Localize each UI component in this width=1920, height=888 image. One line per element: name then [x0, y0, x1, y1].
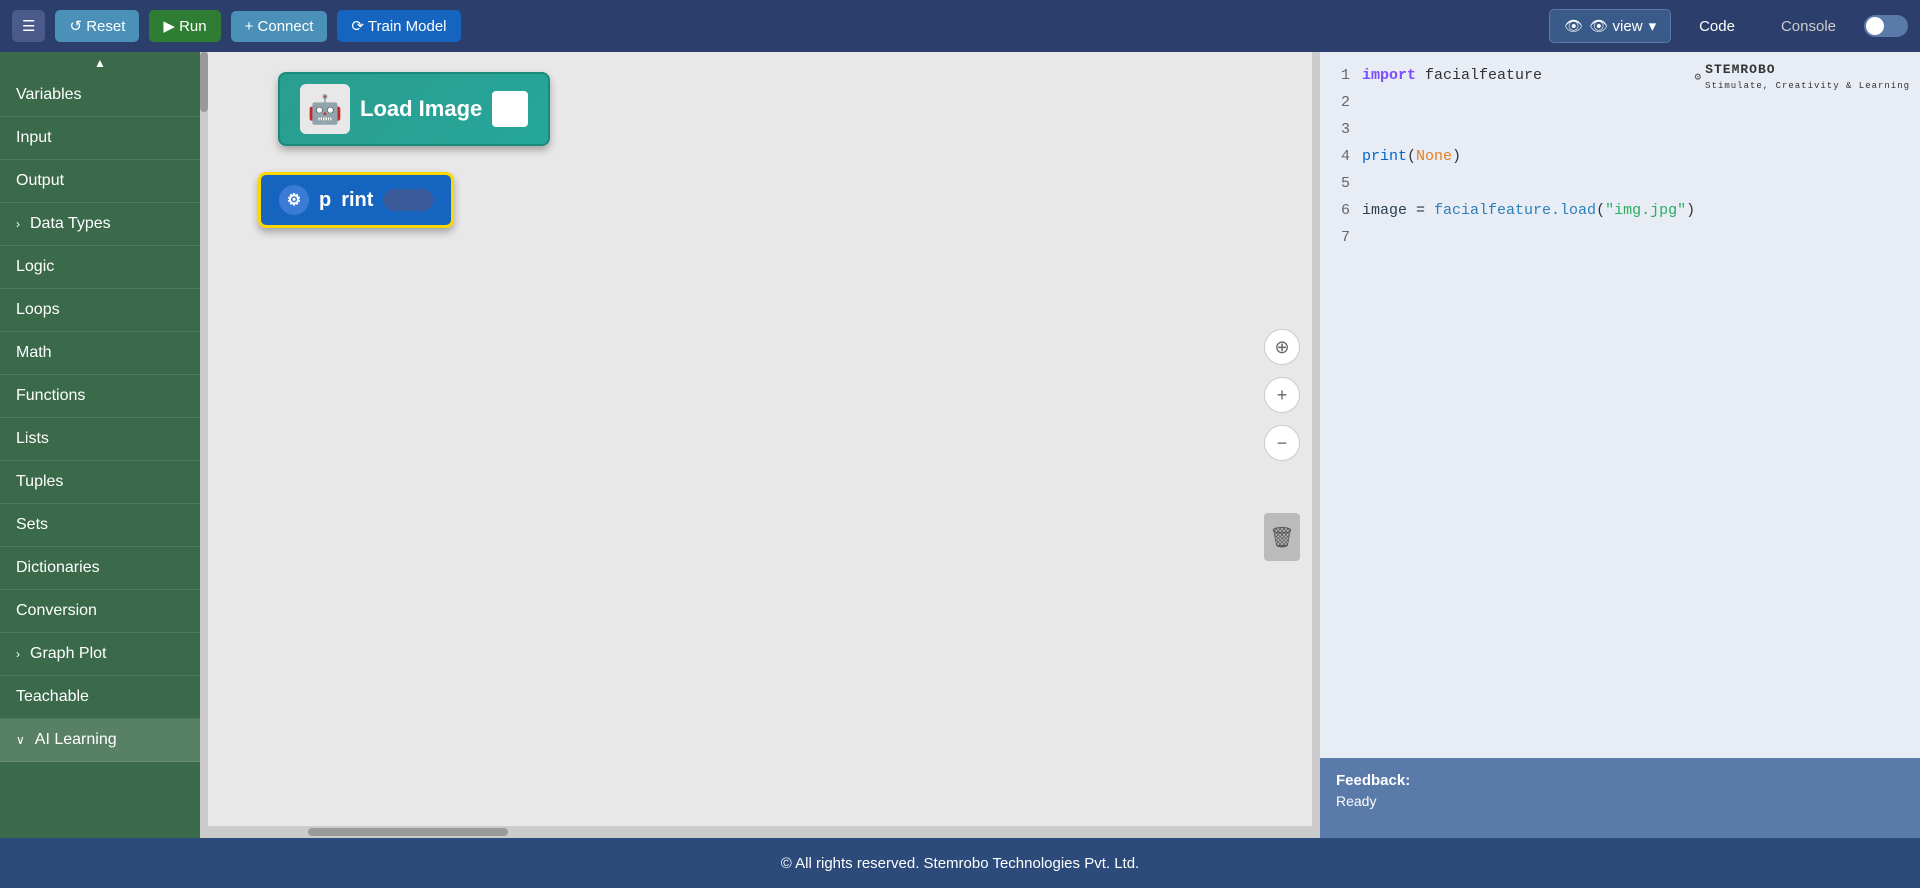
- view-label: 👁 view: [1589, 17, 1642, 35]
- sidebar-item-label: Logic: [16, 258, 54, 276]
- sidebar-scrollbar[interactable]: [200, 52, 208, 838]
- code-button[interactable]: Code: [1681, 11, 1753, 42]
- view-toggle[interactable]: [1864, 15, 1908, 37]
- sidebar-item-functions[interactable]: Functions: [0, 375, 200, 418]
- line-content: image = facialfeature.load("img.jpg"): [1362, 197, 1695, 224]
- sidebar-item-label: Input: [16, 129, 52, 147]
- toolbar-right: 👁 👁 view ▾ Code Console: [1549, 9, 1908, 43]
- footer: © All rights reserved. Stemrobo Technolo…: [0, 838, 1920, 888]
- connect-button[interactable]: + Connect: [231, 11, 328, 42]
- print-pill: [383, 189, 433, 211]
- sidebar-item-sets[interactable]: Sets: [0, 504, 200, 547]
- train-model-button[interactable]: ⟳ Train Model: [337, 10, 460, 42]
- canvas-area[interactable]: 🤖 Load Image 🖼 ⚙ p rint ⊕ + − 🗑: [208, 52, 1320, 838]
- canvas-controls: ⊕ + − 🗑: [1264, 329, 1300, 561]
- sidebar-item-data-types[interactable]: › Data Types: [0, 203, 200, 246]
- sidebar-item-label: Variables: [16, 86, 82, 104]
- line-number: 5: [1330, 170, 1350, 197]
- sidebar-item-label: Data Types: [30, 215, 111, 233]
- vertical-scrollbar[interactable]: [1312, 52, 1320, 826]
- sidebar-item-logic[interactable]: Logic: [0, 246, 200, 289]
- line-number: 7: [1330, 224, 1350, 251]
- scrollbar-thumb: [200, 52, 208, 112]
- robot-icon: 🤖: [300, 84, 350, 134]
- stemrobo-logo: ⚙ STEMROBOStimulate, Creativity & Learni…: [1695, 62, 1910, 92]
- feedback-panel: Feedback: Ready: [1320, 758, 1920, 838]
- sidebar-item-loops[interactable]: Loops: [0, 289, 200, 332]
- h-scrollbar-thumb: [308, 828, 508, 836]
- sidebar-item-variables[interactable]: Variables: [0, 74, 200, 117]
- line-number: 6: [1330, 197, 1350, 224]
- line-number: 1: [1330, 62, 1350, 89]
- main-content: ▲ Variables Input Output › Data Types Lo…: [0, 52, 1920, 838]
- sidebar-item-input[interactable]: Input: [0, 117, 200, 160]
- line-number: 3: [1330, 116, 1350, 143]
- code-editor[interactable]: ⚙ STEMROBOStimulate, Creativity & Learni…: [1320, 52, 1920, 758]
- print-label: p: [319, 189, 331, 212]
- expand-arrow: ›: [16, 217, 20, 231]
- sidebar: ▲ Variables Input Output › Data Types Lo…: [0, 52, 200, 838]
- sidebar-item-label: Functions: [16, 387, 85, 405]
- sidebar-item-label: Graph Plot: [30, 645, 106, 663]
- center-button[interactable]: ⊕: [1264, 329, 1300, 365]
- sidebar-item-ai-learning[interactable]: ∨ AI Learning: [0, 719, 200, 762]
- eye-icon: 👁: [1564, 17, 1583, 35]
- zoom-out-button[interactable]: −: [1264, 425, 1300, 461]
- load-image-label: Load Image: [360, 96, 482, 122]
- line-content: import facialfeature: [1362, 62, 1542, 89]
- sidebar-item-label: Conversion: [16, 602, 97, 620]
- sidebar-item-lists[interactable]: Lists: [0, 418, 200, 461]
- code-line-2: 2: [1330, 89, 1910, 116]
- feedback-status: Ready: [1336, 793, 1904, 809]
- toolbar: ☰ ↺ Reset ▶ Run + Connect ⟳ Train Model …: [0, 0, 1920, 52]
- code-line-4: 4 print(None): [1330, 143, 1910, 170]
- trash-button[interactable]: 🗑: [1264, 513, 1300, 561]
- sidebar-item-label: Teachable: [16, 688, 89, 706]
- line-number: 4: [1330, 143, 1350, 170]
- chevron-down-icon: ▾: [1649, 17, 1657, 35]
- print-text: rint: [341, 189, 373, 212]
- sidebar-scroll-up[interactable]: ▲: [0, 52, 200, 74]
- sidebar-item-label: Math: [16, 344, 52, 362]
- code-line-3: 3: [1330, 116, 1910, 143]
- view-dropdown[interactable]: 👁 👁 view ▾: [1549, 9, 1671, 43]
- sidebar-item-graph-plot[interactable]: › Graph Plot: [0, 633, 200, 676]
- sidebar-item-label: Output: [16, 172, 64, 190]
- zoom-in-button[interactable]: +: [1264, 377, 1300, 413]
- run-button[interactable]: ▶ Run: [149, 10, 220, 42]
- sidebar-item-output[interactable]: Output: [0, 160, 200, 203]
- print-block[interactable]: ⚙ p rint: [258, 172, 454, 228]
- logo-icon: ⚙: [1695, 70, 1702, 84]
- load-image-block[interactable]: 🤖 Load Image 🖼: [278, 72, 550, 146]
- sidebar-item-math[interactable]: Math: [0, 332, 200, 375]
- code-line-5: 5: [1330, 170, 1910, 197]
- sidebar-item-label: AI Learning: [35, 731, 117, 749]
- collapse-arrow: ∨: [16, 733, 25, 747]
- sidebar-item-label: Lists: [16, 430, 49, 448]
- sidebar-item-dictionaries[interactable]: Dictionaries: [0, 547, 200, 590]
- sidebar-item-tuples[interactable]: Tuples: [0, 461, 200, 504]
- image-icon: 🖼: [492, 91, 528, 127]
- sidebar-item-label: Tuples: [16, 473, 63, 491]
- sidebar-item-conversion[interactable]: Conversion: [0, 590, 200, 633]
- code-panel: ⚙ STEMROBOStimulate, Creativity & Learni…: [1320, 52, 1920, 838]
- sidebar-item-label: Dictionaries: [16, 559, 100, 577]
- line-content: print(None): [1362, 143, 1461, 170]
- line-number: 2: [1330, 89, 1350, 116]
- reset-button[interactable]: ↺ Reset: [55, 10, 139, 42]
- console-button[interactable]: Console: [1763, 11, 1854, 42]
- feedback-label: Feedback:: [1336, 772, 1904, 789]
- code-line-7: 7: [1330, 224, 1910, 251]
- menu-button[interactable]: ☰: [12, 10, 45, 42]
- logo-text: STEMROBOStimulate, Creativity & Learning: [1705, 62, 1910, 92]
- footer-text: © All rights reserved. Stemrobo Technolo…: [781, 855, 1139, 872]
- horizontal-scrollbar[interactable]: [208, 826, 1320, 838]
- expand-arrow: ›: [16, 647, 20, 661]
- gear-icon: ⚙: [279, 185, 309, 215]
- code-line-6: 6 image = facialfeature.load("img.jpg"): [1330, 197, 1910, 224]
- sidebar-item-label: Sets: [16, 516, 48, 534]
- canvas-inner: 🤖 Load Image 🖼 ⚙ p rint ⊕ + − 🗑: [208, 52, 1320, 838]
- sidebar-item-teachable[interactable]: Teachable: [0, 676, 200, 719]
- sidebar-item-label: Loops: [16, 301, 60, 319]
